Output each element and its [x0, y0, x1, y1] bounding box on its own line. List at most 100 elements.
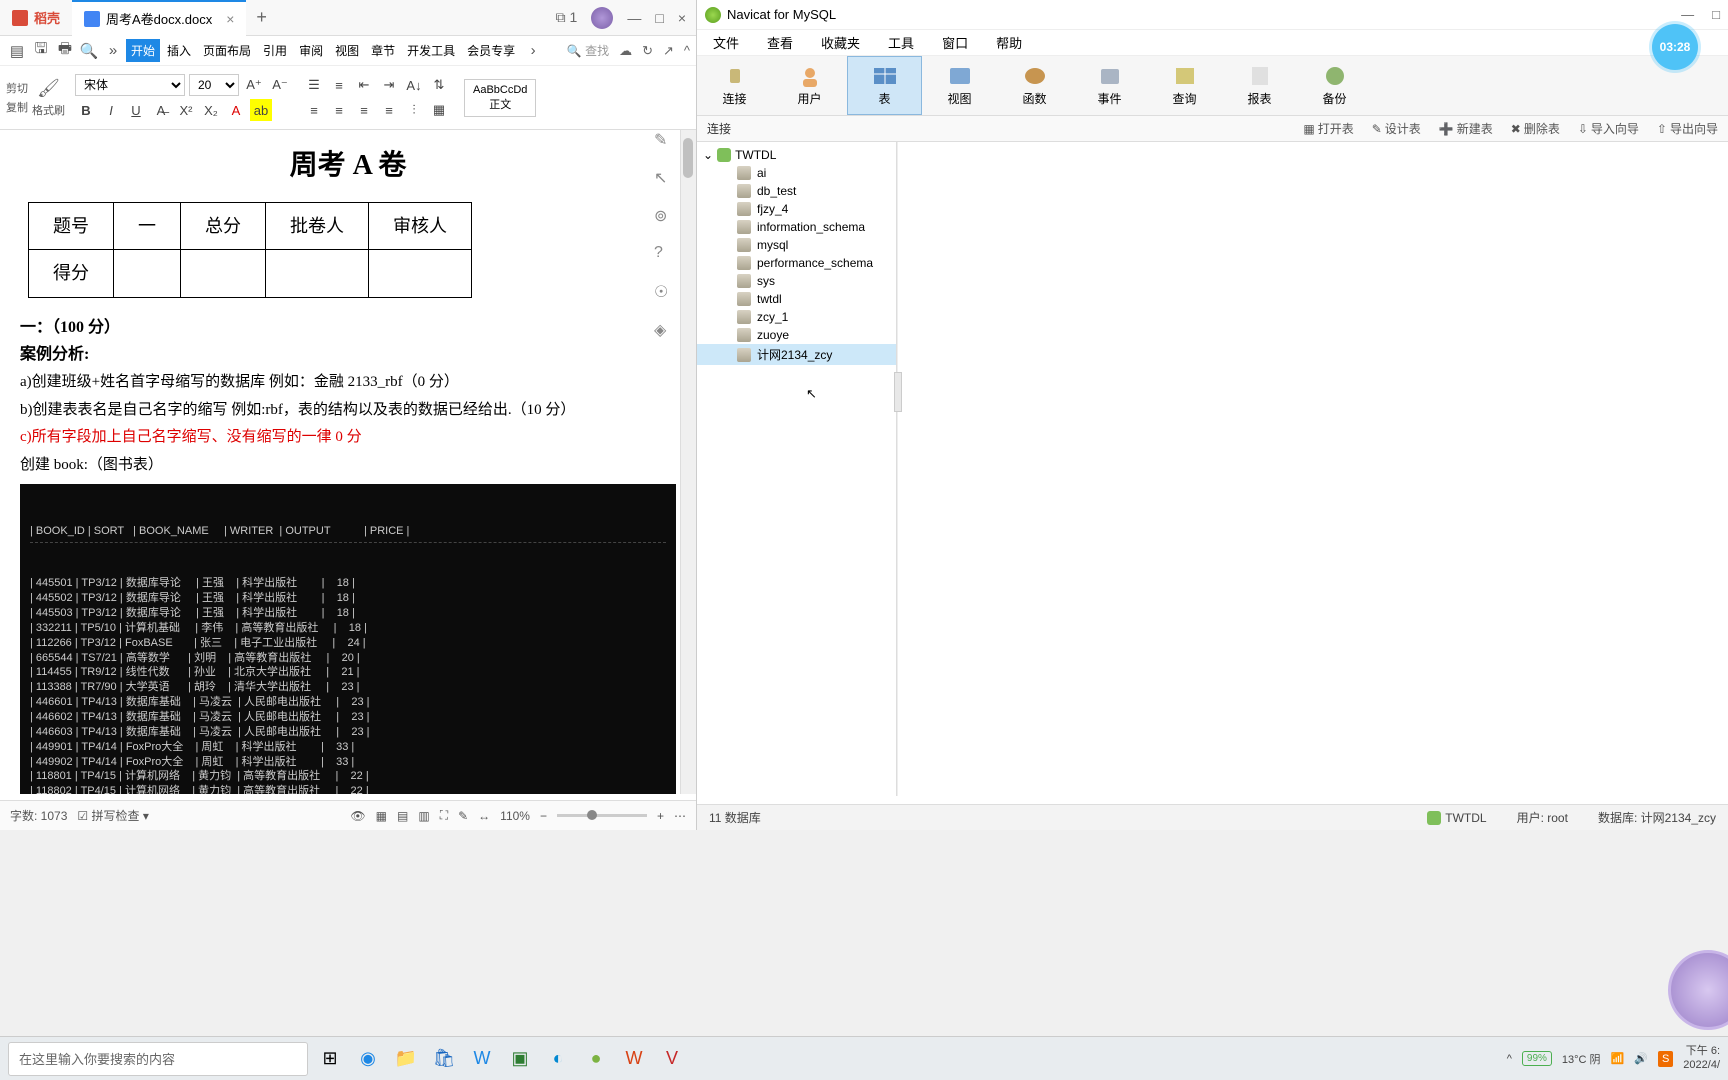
comment-icon[interactable]: ☉	[654, 282, 674, 302]
print-icon[interactable]: 🖶	[54, 40, 76, 62]
app2-icon[interactable]: V	[656, 1043, 688, 1075]
tab-home[interactable]: 稻壳	[0, 0, 72, 36]
tb-connection[interactable]: 连接	[697, 56, 772, 115]
open-table-button[interactable]: ▦ 打开表	[1303, 120, 1353, 137]
tree-db-item[interactable]: zcy_1	[697, 308, 896, 326]
align-right-icon[interactable]: ≡	[353, 99, 375, 121]
tb-function[interactable]: 函数	[997, 56, 1072, 115]
weather-widget[interactable]: 13°C 阴	[1562, 1051, 1601, 1067]
tree-root-connection[interactable]: ⌄TWTDL	[697, 146, 896, 164]
pencil-icon[interactable]: ✎	[654, 130, 674, 150]
user-avatar[interactable]	[591, 7, 613, 29]
zoom-value[interactable]: 110%	[500, 809, 530, 823]
tb-view[interactable]: 视图	[922, 56, 997, 115]
font-size-select[interactable]: 20	[189, 74, 239, 96]
task-view-icon[interactable]: ⊞	[314, 1043, 346, 1075]
tb-query[interactable]: 查询	[1147, 56, 1222, 115]
menu-start[interactable]: 开始	[126, 39, 160, 62]
navicat-task-icon[interactable]: ●	[580, 1043, 612, 1075]
menu-chapter[interactable]: 章节	[366, 39, 400, 62]
tb-report[interactable]: 报表	[1222, 56, 1297, 115]
menu-tools[interactable]: 工具	[888, 33, 914, 52]
connection-tree[interactable]: ⌄TWTDL aidb_testfjzy_4information_schema…	[697, 142, 897, 796]
bookmark-icon[interactable]: ◈	[654, 320, 674, 340]
splitter-handle[interactable]	[894, 372, 902, 412]
strike-button[interactable]: A̶	[150, 99, 172, 121]
chevron-right-icon[interactable]: ›	[522, 40, 544, 62]
shrink-font-icon[interactable]: A⁻	[269, 74, 291, 96]
numbering-icon[interactable]: ≡	[328, 74, 350, 96]
highlight-button[interactable]: ab	[250, 99, 272, 121]
battery-indicator[interactable]: 99%	[1522, 1051, 1552, 1066]
menu-review[interactable]: 审阅	[294, 39, 328, 62]
taskbar-search[interactable]: 在这里输入你要搜索的内容	[8, 1042, 308, 1076]
font-family-select[interactable]: 宋体	[75, 74, 185, 96]
shading-icon[interactable]: ▦	[428, 99, 450, 121]
design-table-button[interactable]: ✎ 设计表	[1372, 120, 1421, 137]
menu-file[interactable]: 文件	[713, 33, 739, 52]
tree-db-item[interactable]: fjzy_4	[697, 200, 896, 218]
delete-table-button[interactable]: ✖ 删除表	[1511, 120, 1560, 137]
volume-icon[interactable]: 🔊	[1634, 1052, 1648, 1065]
ime-icon[interactable]: S	[1658, 1051, 1673, 1067]
line-spacing-icon[interactable]: ⇅	[428, 74, 450, 96]
zoom-out-button[interactable]: −	[540, 809, 547, 823]
zoom-in-button[interactable]: +	[657, 809, 664, 823]
sync-icon[interactable]: ↻	[642, 43, 653, 59]
tree-db-item[interactable]: performance_schema	[697, 254, 896, 272]
recording-timer[interactable]: 03:28	[1652, 24, 1698, 70]
edit-mode-icon[interactable]: ✎	[458, 809, 468, 823]
browser-icon[interactable]: ◐	[542, 1043, 574, 1075]
preview-icon[interactable]: 🔍	[78, 40, 100, 62]
cloud-icon[interactable]: ☁	[619, 43, 632, 59]
underline-button[interactable]: U	[125, 99, 147, 121]
tree-db-item[interactable]: twtdl	[697, 290, 896, 308]
wifi-icon[interactable]: 📶	[1611, 1052, 1625, 1065]
tb-backup[interactable]: 备份	[1297, 56, 1372, 115]
format-painter[interactable]: 格式刷	[32, 102, 65, 118]
bold-button[interactable]: B	[75, 99, 97, 121]
menu-window[interactable]: 窗口	[942, 33, 968, 52]
distribute-icon[interactable]: ⫶	[403, 99, 425, 121]
tree-db-item[interactable]: db_test	[697, 182, 896, 200]
menu-help[interactable]: 帮助	[996, 33, 1022, 52]
style-preview[interactable]: AaBbCcDd 正文	[464, 79, 536, 117]
tb-table[interactable]: 表	[847, 56, 922, 115]
tray-expand-icon[interactable]: ^	[1507, 1053, 1512, 1065]
menu-layout[interactable]: 页面布局	[198, 39, 256, 62]
tree-db-item[interactable]: information_schema	[697, 218, 896, 236]
menu-view[interactable]: 查看	[767, 33, 793, 52]
eye-icon[interactable]: 👁	[350, 809, 365, 823]
menu-vip[interactable]: 会员专享	[462, 39, 520, 62]
taskbar-clock[interactable]: 下午 6: 2022/4/	[1683, 1045, 1720, 1071]
menu-fav[interactable]: 收藏夹	[821, 33, 860, 52]
cut-button[interactable]: 剪切	[6, 80, 28, 96]
brush-icon[interactable]: 🖌	[37, 78, 60, 99]
save-icon[interactable]: 🖫	[30, 40, 52, 62]
menu-dev[interactable]: 开发工具	[402, 39, 460, 62]
more-dots-icon[interactable]: ⋯	[674, 809, 686, 823]
tree-db-item[interactable]: 计网2134_zcy	[697, 344, 896, 365]
wps-task-icon[interactable]: W	[618, 1043, 650, 1075]
word-icon[interactable]: W	[466, 1043, 498, 1075]
tree-db-item[interactable]: sys	[697, 272, 896, 290]
maximize-icon[interactable]: □	[655, 10, 663, 26]
menu-insert[interactable]: 插入	[162, 39, 196, 62]
bullets-icon[interactable]: ☰	[303, 74, 325, 96]
new-tab-button[interactable]: +	[246, 7, 277, 28]
layout-outline-icon[interactable]: ▤	[397, 809, 408, 823]
tree-db-item[interactable]: mysql	[697, 236, 896, 254]
font-color-button[interactable]: A	[225, 99, 247, 121]
tab-document[interactable]: 周考A卷docx.docx×	[72, 0, 246, 36]
settings-icon[interactable]: ⊚	[654, 206, 674, 226]
tb-user[interactable]: 用户	[772, 56, 847, 115]
floating-avatar[interactable]	[1668, 950, 1728, 1030]
indent-right-icon[interactable]: ⇥	[378, 74, 400, 96]
menu-view[interactable]: 视图	[330, 39, 364, 62]
sort-icon[interactable]: A↓	[403, 74, 425, 96]
fit-icon[interactable]: ↔	[478, 809, 490, 823]
indent-left-icon[interactable]: ⇤	[353, 74, 375, 96]
tree-db-item[interactable]: ai	[697, 164, 896, 182]
search-input[interactable]: 🔍 查找	[567, 42, 609, 59]
new-table-button[interactable]: ➕ 新建表	[1439, 120, 1493, 137]
